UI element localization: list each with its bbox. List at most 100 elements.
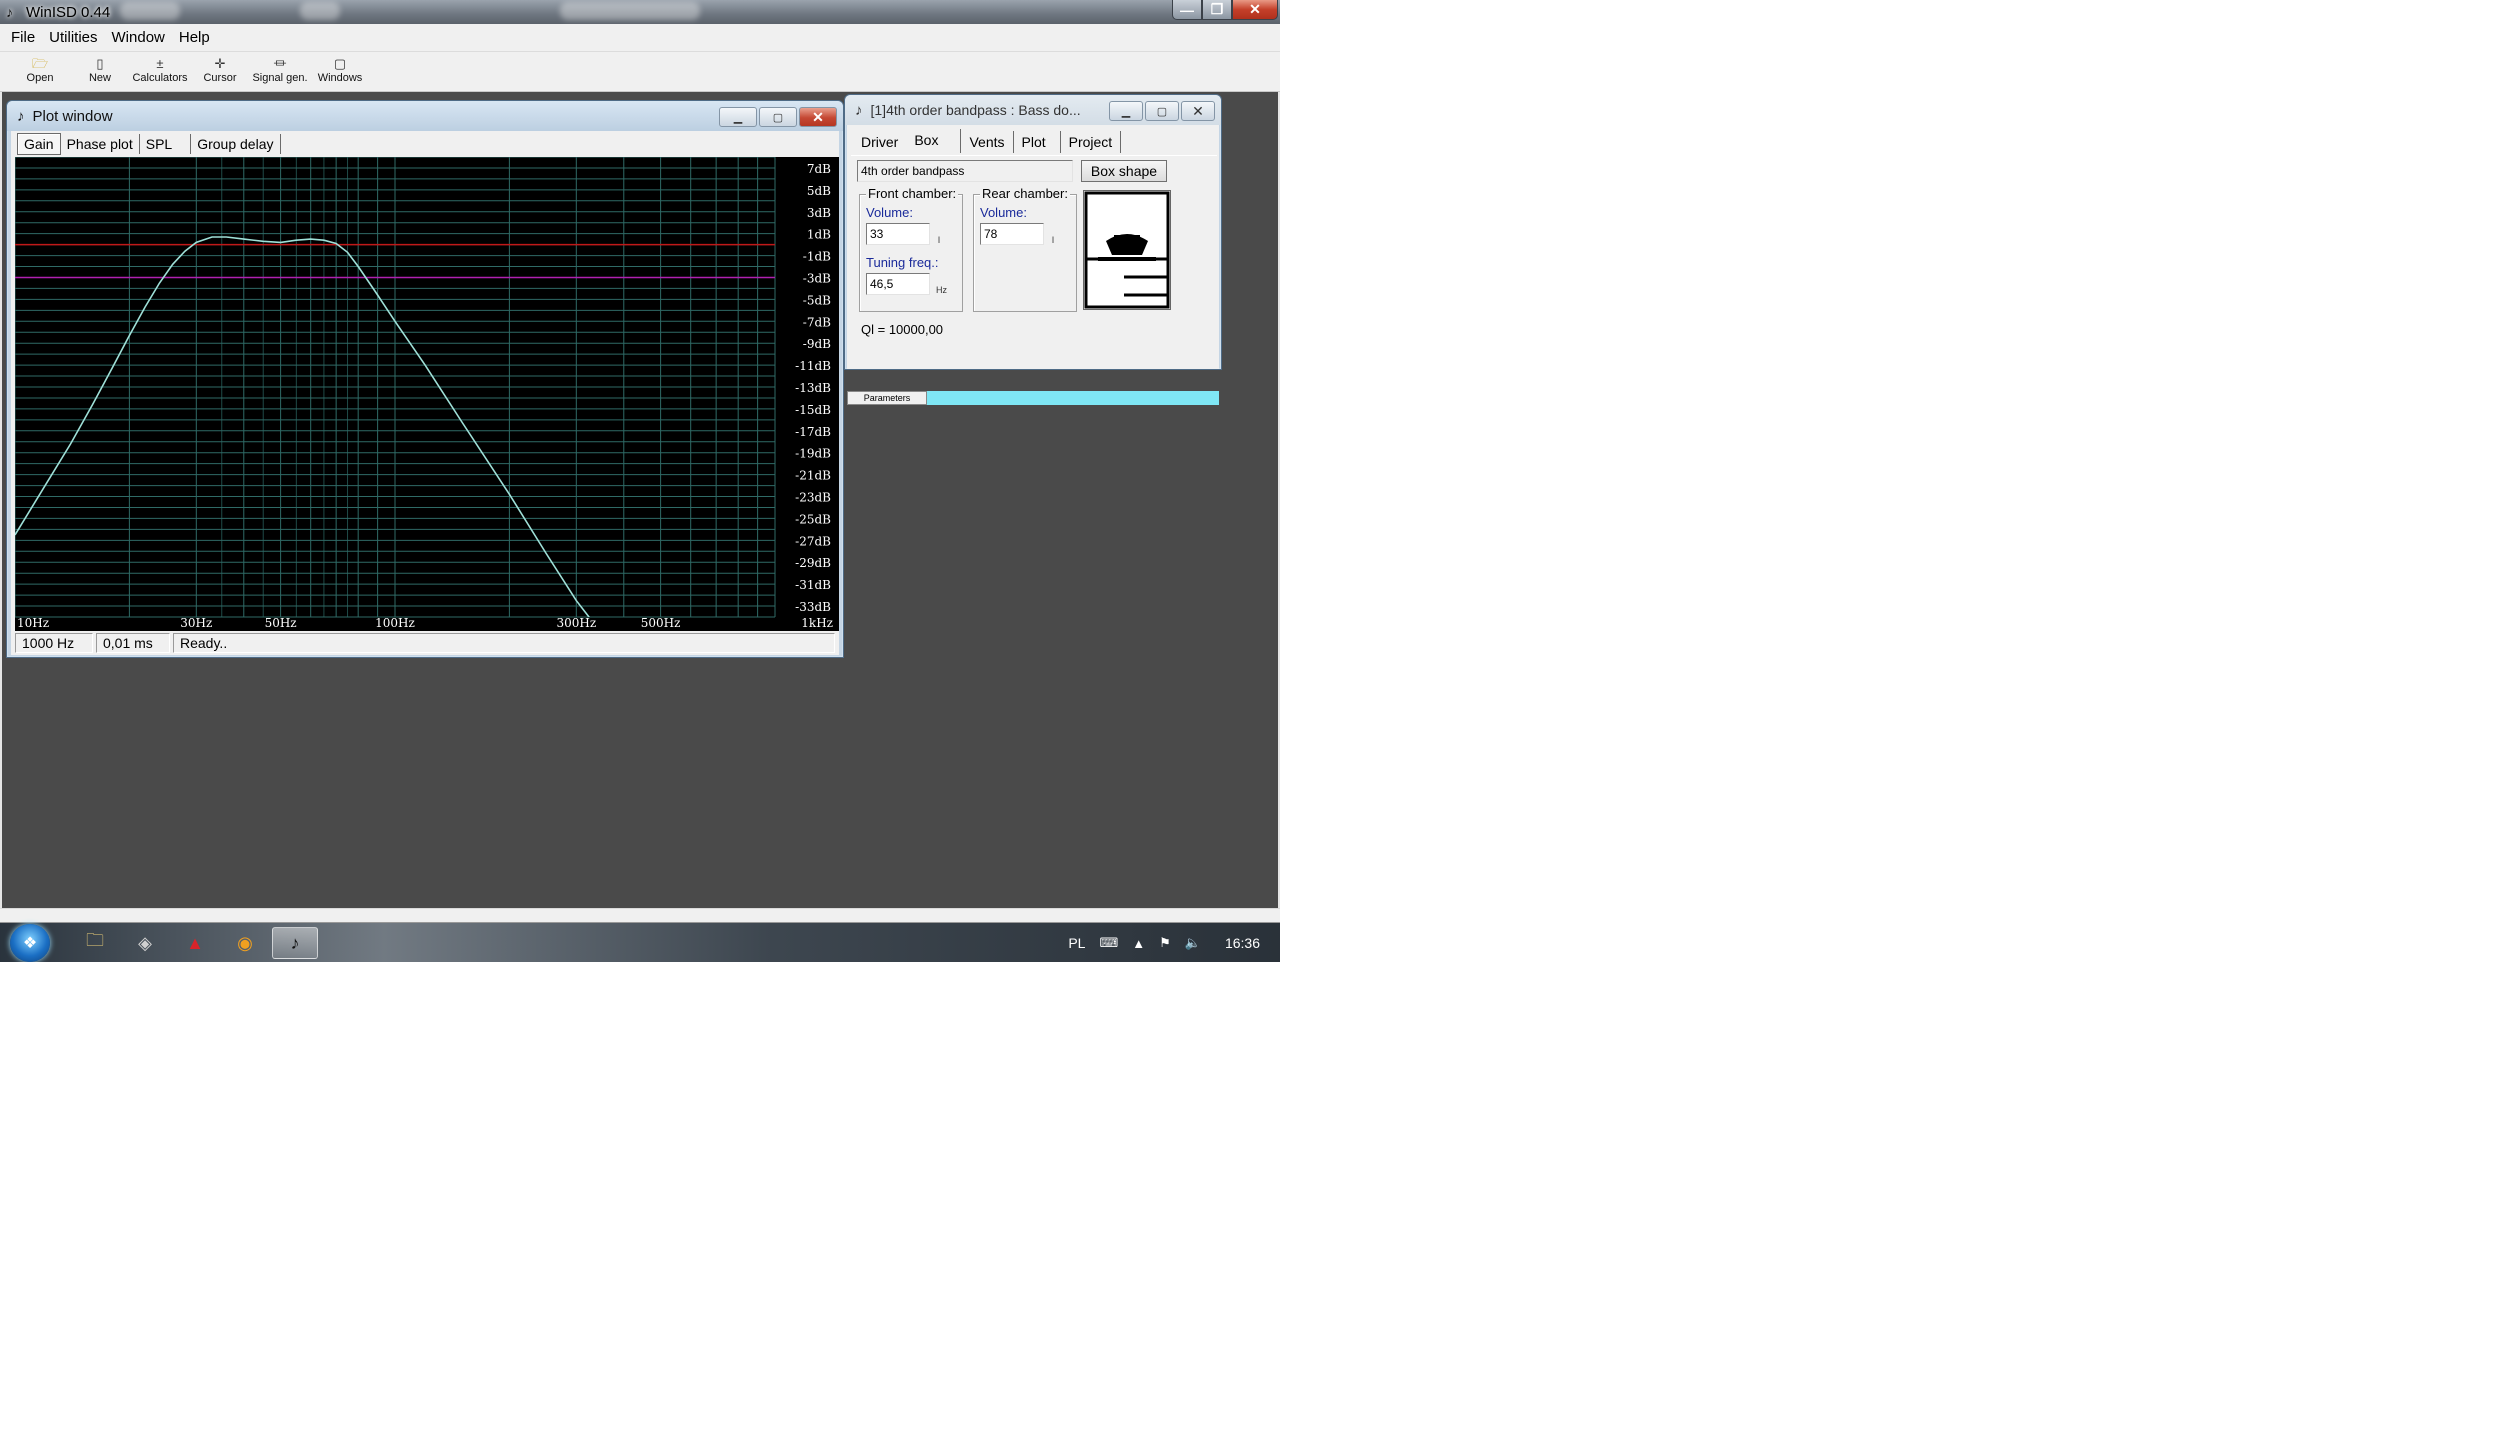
keyboard-icon[interactable]: ⌨: [1099, 935, 1118, 951]
menu-utilities[interactable]: Utilities: [42, 24, 104, 52]
signal-gen-button[interactable]: ⏛ Signal gen.: [250, 52, 310, 91]
close-button[interactable]: ✕: [1232, 0, 1278, 20]
y-tick-label: -9dB: [803, 337, 831, 351]
windows-button[interactable]: ▢ Windows: [310, 52, 370, 91]
y-tick-label: -13dB: [795, 381, 831, 395]
system-tray: PL ⌨ ▲ ⚑ 🔈 16:36: [1068, 923, 1260, 962]
x-tick-label: 50Hz: [265, 616, 297, 630]
cursor-crosshair-icon: ✛: [214, 56, 226, 71]
box-minimize-button[interactable]: ▁: [1109, 101, 1143, 121]
tab-project[interactable]: Project: [1061, 131, 1122, 153]
new-button[interactable]: ▯ New: [70, 52, 130, 91]
plot-minimize-button[interactable]: ▁: [719, 107, 757, 127]
tab-group-delay[interactable]: Group delay: [191, 134, 281, 154]
plot-window: ♪ Plot window ▁ ▢ ✕ Gain Phase plot SPL …: [6, 100, 844, 658]
y-tick-label: -11dB: [795, 359, 831, 373]
language-indicator[interactable]: PL: [1068, 935, 1085, 951]
y-tick-label: -25dB: [795, 512, 831, 526]
box-type-select[interactable]: 4th order bandpass: [857, 160, 1073, 182]
taskbar-winisd[interactable]: ♪: [272, 927, 318, 959]
box-close-button[interactable]: ✕: [1181, 101, 1215, 121]
y-tick-label: -31dB: [795, 578, 831, 592]
y-tick-label: -27dB: [795, 534, 831, 548]
taskbar-app[interactable]: ◉: [222, 927, 268, 959]
gain-plot[interactable]: 7dB 5dB 3dB 1dB -1dB -3dB -5dB -7dB -9dB -11dB -13…: [15, 157, 839, 631]
front-volume-label: Volume:: [866, 205, 913, 220]
box-window-caption-buttons: ▁ ▢ ✕: [1109, 101, 1215, 121]
parameters-tab[interactable]: Parameters: [847, 391, 927, 405]
toolbar: 🗁 Open ▯ New ± Calculators ✛ Cursor ⏛ Si…: [0, 52, 1280, 92]
minimize-button[interactable]: —: [1172, 0, 1202, 20]
box-diagram: [1083, 190, 1171, 310]
taskbar-media[interactable]: ◈: [122, 927, 168, 959]
restore-button[interactable]: ❐: [1202, 0, 1232, 20]
open-button[interactable]: 🗁 Open: [10, 52, 70, 91]
box-status-bar: Parameters: [847, 391, 1219, 405]
menu-help[interactable]: Help: [172, 24, 217, 52]
box-maximize-button[interactable]: ▢: [1145, 101, 1179, 121]
calculators-button[interactable]: ± Calculators: [130, 52, 190, 91]
menu-file[interactable]: File: [4, 24, 42, 52]
new-label: New: [88, 72, 111, 84]
y-tick-label: -7dB: [803, 315, 831, 329]
rear-volume-unit: l: [1052, 235, 1054, 245]
app-titlebar[interactable]: ♪ WinISD 0.44 — ❐ ✕: [0, 0, 1280, 24]
y-tick-label: -3dB: [803, 271, 831, 285]
cursor-label: Cursor: [203, 72, 237, 84]
app-caption-buttons: — ❐ ✕: [1172, 0, 1278, 20]
open-label: Open: [26, 72, 54, 84]
status-frequency: 1000 Hz: [15, 633, 93, 653]
box-shape-button[interactable]: Box shape: [1081, 160, 1167, 182]
x-tick-label: 300Hz: [556, 616, 596, 630]
taskbar-explorer[interactable]: 🗀: [72, 927, 118, 959]
plot-close-button[interactable]: ✕: [799, 107, 837, 127]
front-tuning-unit: Hz: [936, 285, 947, 295]
show-hidden-icons-icon[interactable]: ▲: [1132, 936, 1145, 951]
windows-icon: ▢: [333, 56, 347, 71]
tab-gain[interactable]: Gain: [17, 133, 61, 155]
status-message: Ready..: [173, 633, 835, 653]
taskbar-pdf[interactable]: ▲: [172, 927, 218, 959]
plot-window-titlebar[interactable]: ♪ Plot window: [7, 101, 843, 131]
front-tuning-label: Tuning freq.:: [866, 255, 939, 270]
volume-icon[interactable]: 🔈: [1185, 935, 1201, 951]
tab-plot[interactable]: Plot: [1014, 131, 1061, 153]
signal-gen-label: Signal gen.: [252, 72, 308, 84]
gain-plot-svg[interactable]: 7dB 5dB 3dB 1dB -1dB -3dB -5dB -7dB -9dB -11dB -13…: [15, 157, 839, 631]
clock[interactable]: 16:36: [1225, 935, 1260, 951]
cursor-button[interactable]: ✛ Cursor: [190, 52, 250, 91]
tab-box[interactable]: Box: [906, 129, 962, 153]
app-orange-icon: ◉: [237, 932, 253, 953]
action-center-flag-icon[interactable]: ⚑: [1159, 935, 1171, 951]
x-tick-label: 1kHz: [801, 616, 833, 630]
menu-window[interactable]: Window: [105, 24, 172, 52]
plot-maximize-button[interactable]: ▢: [759, 107, 797, 127]
horizontal-scrollbar[interactable]: [0, 908, 1280, 922]
tab-vents[interactable]: Vents: [961, 131, 1014, 153]
ql-value: Ql = 10000,00: [861, 322, 944, 337]
y-tick-label: -15dB: [795, 403, 831, 417]
front-volume-unit: l: [938, 235, 940, 245]
windows-label: Windows: [317, 72, 363, 84]
tab-driver[interactable]: Driver: [853, 131, 906, 153]
y-tick-label: 5dB: [807, 184, 831, 198]
signal-generator-icon: ⏛: [273, 56, 287, 71]
x-tick-label: 30Hz: [180, 616, 212, 630]
start-button[interactable]: ❖: [10, 924, 50, 962]
aero-glass-reflection: [120, 2, 180, 20]
front-volume-input[interactable]: 33: [866, 223, 930, 245]
y-tick-label: -33dB: [795, 600, 831, 614]
front-tuning-input[interactable]: 46,5: [866, 273, 930, 295]
y-tick-label: -17dB: [795, 425, 831, 439]
app-icon: ♪: [6, 4, 13, 20]
tab-spl[interactable]: SPL: [140, 134, 192, 154]
tab-phase-plot[interactable]: Phase plot: [61, 134, 140, 154]
status-delay: 0,01 ms: [96, 633, 170, 653]
rear-chamber-group: Rear chamber: Volume: 78 l: [973, 186, 1077, 312]
app-title: ♪ WinISD 0.44: [6, 2, 110, 22]
calculators-label: Calculators: [132, 72, 188, 84]
box-window: ♪ [1]4th order bandpass : Bass do... ▁ ▢…: [844, 94, 1222, 405]
front-chamber-title: Front chamber:: [866, 186, 959, 201]
y-tick-label: -21dB: [795, 469, 831, 483]
rear-volume-input[interactable]: 78: [980, 223, 1044, 245]
